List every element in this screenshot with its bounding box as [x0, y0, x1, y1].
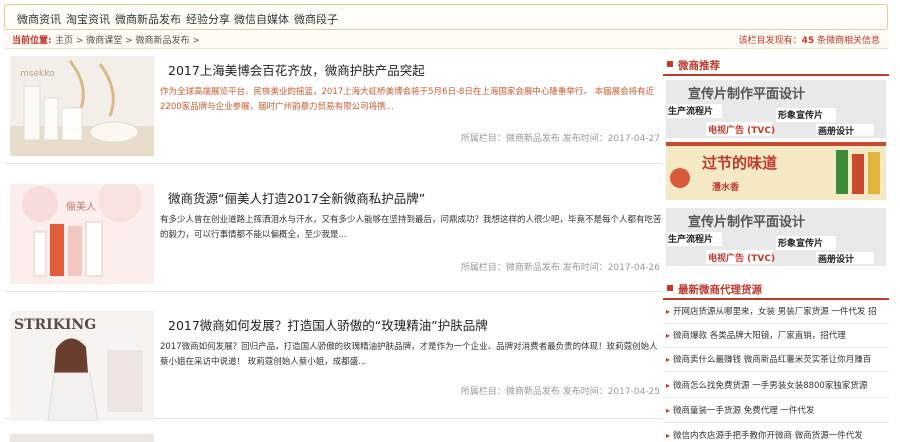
article-thumbnail[interactable]: 俪美人 — [10, 184, 154, 284]
supply-title: 最新微商代理货源 — [678, 284, 762, 296]
nav-item-weishang-news[interactable]: 微商资讯 — [17, 11, 61, 27]
ad-banner[interactable]: 宣传片制作平面设计 生产流程片 形象宣传片 电视广告 (TVC) 画册设计 — [666, 80, 886, 138]
list-item[interactable]: ▸ 开网店货源从哪里来，女装 男装厂家货源 一件代发 招 — [663, 300, 889, 324]
ad-banner[interactable]: 宣传片制作平面设计 生产流程片 形象宣传片 电视广告 (TVC) 画册设计 — [666, 208, 886, 266]
list-item[interactable]: ▸ 微信内衣店源手把手教你开微商 微商货源一件代发 — [663, 424, 889, 442]
nav-item-wechat-media[interactable]: 微信自媒体 — [234, 11, 289, 27]
svg-text:msekko: msekko — [20, 69, 55, 79]
ad-banner[interactable]: 过节的味道 澧水香 — [666, 142, 886, 200]
list-item[interactable]: ▸ 微商怎么找免费货源 一手男装女装8800家独家货源 — [663, 374, 889, 398]
arrow-right-icon: ▸ — [666, 431, 671, 440]
recommend-header: 微商推荐 — [663, 54, 889, 76]
arrow-right-icon: ▸ — [666, 381, 671, 390]
article-list: msekko 2017上海美博会百花齐放，微商护肤产品突起 作为全球高端展览平台… — [4, 50, 662, 442]
article-thumbnail[interactable]: msekko — [10, 56, 154, 156]
svg-text:STRIKING: STRIKING — [14, 317, 96, 333]
breadcrumb[interactable]: 主页 > 微商课堂 > 微商新品发布 > — [55, 33, 200, 49]
supply-header: 最新微商代理货源 — [663, 278, 889, 300]
article-thumbnail[interactable]: STRIKING — [10, 311, 154, 421]
list-item[interactable]: ▸ 微商童装一手货源 免费代理 一件代发 — [663, 399, 889, 423]
article-title[interactable]: 2017微商如何发展？打造国人骄傲的“玫瑰精油”护肤品牌 — [168, 315, 488, 334]
article-item: 俪美人 微商货源“俪美人打造2017全新微商私护品牌” 有多少人曾在创业道路上挥… — [4, 178, 662, 292]
arrow-right-icon: ▸ — [666, 307, 671, 316]
article-thumbnail — [10, 434, 154, 442]
result-count-value: 45 — [801, 36, 815, 46]
article-item: STRIKING 2017微商如何发展？打造国人骄傲的“玫瑰精油”护肤品牌 20… — [4, 305, 662, 421]
article-summary: 有多少人曾在创业道路上挥洒泪水与汗水，又有多少人能够在坚持到最后，问鼎成功？我想… — [160, 215, 662, 240]
article-title[interactable]: 2017上海美博会百花齐放，微商护肤产品突起 — [168, 60, 425, 79]
list-item[interactable]: ▸ 微商卖什么最赚钱 微商新品红薯米芡实茶让你月赚百 — [663, 348, 889, 372]
article-title[interactable]: 微商货源“俪美人打造2017全新微商私护品牌” — [168, 188, 425, 207]
square-bullet-icon — [667, 61, 673, 67]
breadcrumb-bar: 当前位置: 主页 > 微商课堂 > 微商新品发布 > 该栏目发现有：45 条微商… — [4, 33, 888, 49]
article-summary: 2017微商如何发展？回归产品，打造国人骄傲的玫瑰精油护肤品牌，才是作为一个企业… — [160, 342, 658, 367]
square-bullet-icon — [667, 285, 673, 291]
nav-item-new-products[interactable]: 微商新品发布 — [115, 11, 181, 27]
arrow-right-icon: ▸ — [666, 406, 671, 415]
result-count: 该栏目发现有：45 条微商相关信息 — [738, 36, 880, 46]
svg-text:宣传片制作平面设计: 宣传片制作平面设计 — [688, 86, 805, 102]
article-summary: 作为全球高端展览平台、民族美业的摇篮，2017上海大虹桥美博会将于5月6日-8日… — [160, 87, 655, 112]
article-item: msekko 2017上海美博会百花齐放，微商护肤产品突起 作为全球高端展览平台… — [4, 50, 662, 164]
svg-text:过节的味道: 过节的味道 — [702, 154, 777, 172]
article-meta: 所属栏目：微商新品发布 发布时间：2017-04-26 — [460, 263, 660, 273]
recommend-title: 微商推荐 — [678, 60, 720, 72]
arrow-right-icon: ▸ — [666, 331, 671, 340]
arrow-right-icon: ▸ — [666, 355, 671, 364]
article-meta: 所属栏目：微商新品发布 发布时间：2017-04-27 — [460, 134, 660, 144]
nav-item-taobao-news[interactable]: 淘宝资讯 — [66, 11, 110, 27]
svg-text:宣传片制作平面设计: 宣传片制作平面设计 — [688, 214, 805, 230]
list-item[interactable]: ▸ 微商爆款 各类品牌大阳镜，厂家直销，招代理 — [663, 324, 889, 348]
top-nav: 微商资讯 淘宝资讯 微商新品发布 经验分享 微信自媒体 微商段子 — [4, 4, 888, 30]
svg-text:俪美人: 俪美人 — [66, 200, 96, 213]
article-meta: 所属栏目：微商新品发布 发布时间：2017-04-25 — [460, 387, 660, 397]
nav-item-experience[interactable]: 经验分享 — [186, 11, 230, 27]
breadcrumb-label: 当前位置: — [12, 36, 52, 46]
nav-item-jokes[interactable]: 微商段子 — [294, 11, 338, 27]
sidebar: 微商推荐 宣传片制作平面设计 生产流程片 形象宣传片 电视广告 (TVC) 画册… — [663, 50, 889, 442]
